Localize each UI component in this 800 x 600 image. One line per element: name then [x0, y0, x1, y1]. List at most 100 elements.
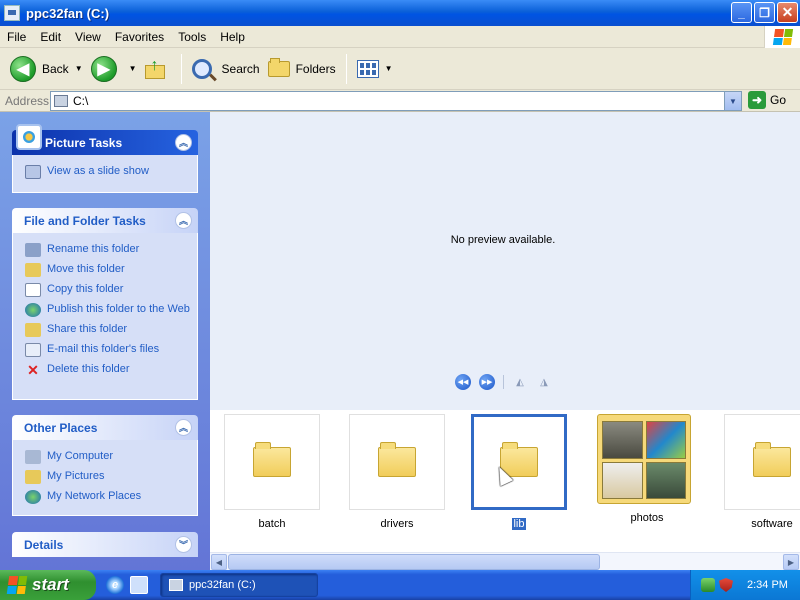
- task-delete-folder[interactable]: ✕ Delete this folder: [25, 360, 197, 380]
- place-my-network[interactable]: My Network Places: [25, 487, 197, 507]
- task-share-folder[interactable]: Share this folder: [25, 320, 197, 340]
- address-value: C:\: [73, 94, 89, 108]
- filmstrip-item-lib[interactable]: lib: [469, 414, 569, 530]
- share-icon: [25, 323, 41, 337]
- views-icon: [356, 59, 379, 78]
- menu-file[interactable]: File: [0, 30, 33, 44]
- move-icon: [25, 263, 41, 277]
- clock[interactable]: 2:34 PM: [747, 579, 788, 591]
- rotate-clockwise-icon[interactable]: ◭: [512, 375, 528, 389]
- address-dropdown-icon[interactable]: ▼: [724, 92, 741, 110]
- other-places-header[interactable]: Other Places ︽: [12, 415, 198, 440]
- photo-preview: [602, 421, 643, 459]
- place-my-pictures[interactable]: My Pictures: [25, 467, 197, 487]
- back-dropdown-icon[interactable]: ▼: [75, 64, 83, 73]
- copy-icon: [25, 283, 41, 297]
- filmstrip-item-photos[interactable]: photos: [597, 414, 697, 524]
- task-label: Move this folder: [47, 263, 125, 275]
- scrollbar-thumb[interactable]: [228, 554, 600, 570]
- folder-icon: [378, 442, 416, 477]
- photo-preview: [645, 421, 686, 459]
- windows-flag-icon: [6, 576, 28, 594]
- picture-tasks-title: Picture Tasks: [45, 135, 123, 150]
- up-button[interactable]: ↑: [141, 52, 175, 86]
- go-arrow-icon: ➜: [748, 91, 766, 109]
- minimize-button[interactable]: _: [731, 2, 752, 23]
- maximize-button[interactable]: ❐: [754, 2, 775, 23]
- thumbnail: [224, 414, 320, 510]
- picture-tasks-body: View as a slide show: [12, 155, 198, 193]
- security-shield-icon[interactable]: [719, 578, 733, 592]
- address-label: Address: [5, 93, 50, 108]
- scroll-right-icon[interactable]: ▶: [783, 554, 799, 570]
- toolbar-separator: [345, 53, 347, 84]
- forward-dropdown-icon[interactable]: ▼: [129, 64, 137, 73]
- filmstrip-item-batch[interactable]: batch: [222, 414, 322, 530]
- task-rename-folder[interactable]: Rename this folder: [25, 240, 197, 260]
- rotate-counterclockwise-icon[interactable]: ◮: [536, 375, 552, 389]
- task-pane: Picture Tasks ︽ View as a slide show Fil…: [0, 112, 210, 570]
- task-view-slideshow[interactable]: View as a slide show: [25, 162, 197, 182]
- internet-explorer-icon[interactable]: e: [106, 576, 124, 594]
- thumbnail: [471, 414, 567, 510]
- views-button[interactable]: ▼: [353, 52, 397, 86]
- menu-edit[interactable]: Edit: [33, 30, 68, 44]
- go-button[interactable]: ➜ Go: [748, 91, 786, 109]
- scroll-left-icon[interactable]: ◀: [211, 554, 227, 570]
- preview-area: No preview available. ◀◀ ▶▶ ◭ ◮: [210, 112, 800, 410]
- folders-icon: [267, 57, 290, 77]
- start-button[interactable]: start: [0, 570, 96, 600]
- task-email-files[interactable]: E-mail this folder's files: [25, 340, 197, 360]
- menu-tools[interactable]: Tools: [171, 30, 213, 44]
- place-label: My Pictures: [47, 470, 105, 482]
- back-button[interactable]: ◀ Back ▼: [6, 52, 87, 86]
- menu-favorites[interactable]: Favorites: [108, 30, 171, 44]
- expand-chevron-icon[interactable]: ︾: [175, 536, 192, 553]
- taskbar-window-button[interactable]: ppc32fan (C:): [160, 573, 318, 597]
- filmstrip-item-drivers[interactable]: drivers: [347, 414, 447, 530]
- details-header[interactable]: Details ︾: [12, 532, 198, 557]
- task-label: Share this folder: [47, 323, 128, 335]
- views-dropdown-icon[interactable]: ▼: [385, 64, 393, 73]
- task-move-folder[interactable]: Move this folder: [25, 260, 197, 280]
- previous-image-button[interactable]: ◀◀: [455, 374, 471, 390]
- picture-tasks-header[interactable]: Picture Tasks ︽: [12, 124, 198, 155]
- task-copy-folder[interactable]: Copy this folder: [25, 280, 197, 300]
- start-label: start: [32, 575, 69, 594]
- address-bar: Address C:\ ▼ ➜ Go: [0, 90, 800, 112]
- menu-help[interactable]: Help: [213, 30, 252, 44]
- show-desktop-icon[interactable]: [130, 576, 148, 594]
- network-tray-icon[interactable]: [701, 578, 715, 592]
- horizontal-scrollbar[interactable]: ◀ ▶: [210, 552, 800, 570]
- search-button[interactable]: Search: [188, 52, 264, 86]
- other-places-body: My Computer My Pictures My Network Place…: [12, 440, 198, 516]
- place-my-computer[interactable]: My Computer: [25, 447, 197, 467]
- menu-view[interactable]: View: [68, 30, 108, 44]
- folder-icon: [753, 442, 791, 477]
- title-bar[interactable]: ppc32fan (C:) _ ❐ ✕: [0, 0, 800, 26]
- email-icon: [25, 343, 41, 357]
- address-input[interactable]: C:\ ▼: [50, 91, 742, 111]
- collapse-chevron-icon[interactable]: ︽: [175, 212, 192, 229]
- item-label: software: [751, 518, 793, 530]
- task-label: Copy this folder: [47, 283, 124, 295]
- network-icon: [25, 490, 41, 504]
- close-button[interactable]: ✕: [777, 2, 798, 23]
- windows-logo: [764, 26, 800, 48]
- folders-button[interactable]: Folders: [264, 52, 340, 86]
- collapse-chevron-icon[interactable]: ︽: [175, 419, 192, 436]
- thumbnail: [724, 414, 800, 510]
- window-app-icon[interactable]: [4, 5, 20, 21]
- windows-flag-icon: [772, 29, 793, 45]
- next-image-button[interactable]: ▶▶: [479, 374, 495, 390]
- drive-icon: [54, 95, 68, 107]
- quick-launch: e: [106, 576, 148, 594]
- filmstrip-item-software[interactable]: software: [722, 414, 800, 530]
- item-label: batch: [258, 518, 286, 530]
- task-publish-web[interactable]: Publish this folder to the Web: [25, 300, 197, 320]
- file-folder-tasks-header[interactable]: File and Folder Tasks ︽: [12, 208, 198, 233]
- item-label: drivers: [380, 518, 414, 530]
- forward-button[interactable]: ▶ ▼: [87, 52, 141, 86]
- collapse-chevron-icon[interactable]: ︽: [175, 134, 192, 151]
- place-label: My Network Places: [47, 490, 142, 502]
